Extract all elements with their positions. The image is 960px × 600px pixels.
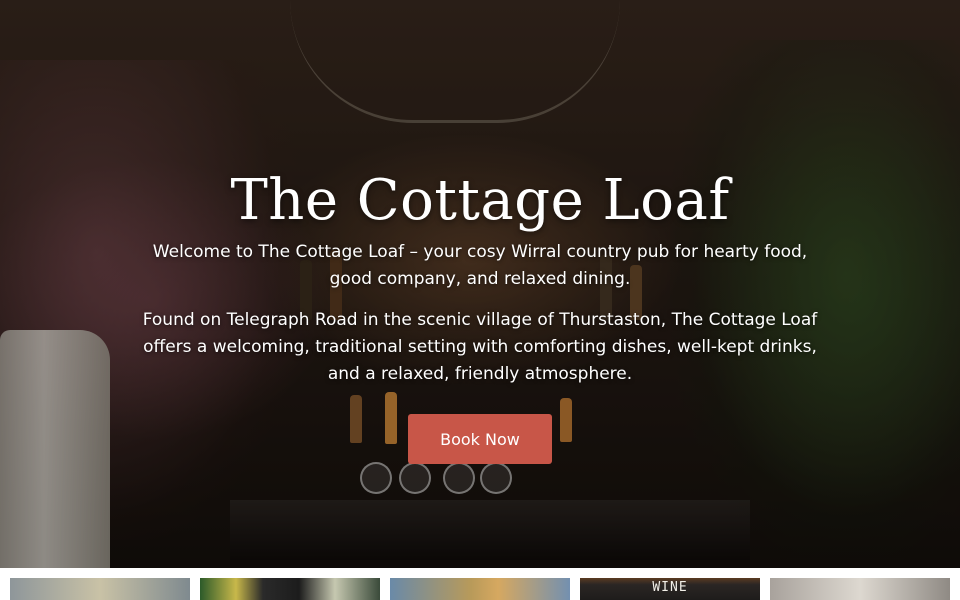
hero-section: The Cottage Loaf Welcome to The Cottage … <box>0 0 960 568</box>
chalkboard-text: WINE <box>652 580 688 595</box>
gallery-thumb-dining-table[interactable] <box>770 578 950 600</box>
hero-description-text: Found on Telegraph Road in the scenic vi… <box>142 310 818 384</box>
gallery-thumb-drinks-fridge[interactable] <box>200 578 380 600</box>
book-now-button[interactable]: Book Now <box>408 414 552 464</box>
hero-title: The Cottage Loaf <box>230 168 730 233</box>
hero-intro-text: Welcome to The Cottage Loaf – your cosy … <box>152 242 808 289</box>
gallery-thumb-food-plate[interactable] <box>10 578 190 600</box>
gallery-thumb-wine-chalkboard[interactable]: WINE <box>580 578 760 600</box>
gallery-thumb-battered-fish[interactable] <box>390 578 570 600</box>
